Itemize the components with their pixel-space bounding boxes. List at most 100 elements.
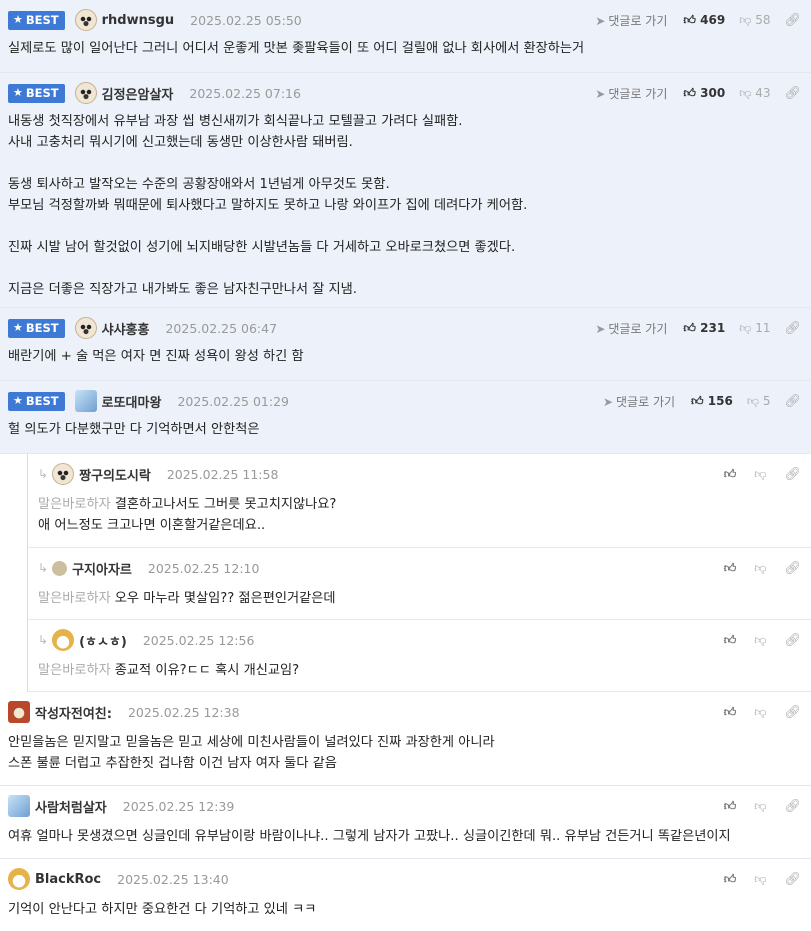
thumbs-down-icon: 👎︎ (754, 798, 767, 813)
downvote-button[interactable]: 👎︎ (754, 633, 766, 648)
comment-author[interactable]: 사람처럼살자 (35, 797, 107, 816)
reply-comment: ↳ (ㅎㅅㅎ) 2025.02.25 12:56 👍︎ 👎︎ 🔗︎ 말은바로하자… (27, 620, 811, 692)
thumbs-up-icon: 👍︎ (723, 871, 737, 886)
goto-comment-link[interactable]: ➤ 댓글로 가기 (603, 393, 675, 410)
reply-arrow-icon: ↳ (38, 467, 49, 481)
comment-date: 2025.02.25 12:56 (142, 632, 255, 648)
comment-date: 2025.02.25 11:58 (166, 466, 279, 482)
send-icon: ➤ (595, 13, 606, 28)
thumbs-up-icon: 👍︎ (723, 560, 737, 575)
link-icon[interactable]: 🔗︎ (784, 467, 801, 482)
comment-author[interactable]: 작성자전여친: (35, 703, 112, 722)
star-icon: ★ (13, 394, 23, 407)
goto-comment-link[interactable]: ➤ 댓글로 가기 (595, 85, 667, 102)
comment-author[interactable]: 구지아자르 (72, 559, 132, 578)
comment-date: 2025.02.25 12:39 (122, 798, 235, 814)
comment-text: 기억이 안난다고 하지만 중요한건 다 기억하고 있네 ㅋㅋ (8, 902, 317, 917)
downvote-button[interactable]: 👎︎ 11 (739, 321, 770, 336)
thumbs-up-icon: 👍︎ (723, 466, 737, 481)
thumbs-up-icon: 👍︎ (723, 704, 737, 719)
goto-comment-link[interactable]: ➤ 댓글로 가기 (595, 320, 667, 337)
link-icon[interactable]: 🔗︎ (784, 86, 801, 101)
link-icon[interactable]: 🔗︎ (784, 633, 801, 648)
link-icon[interactable]: 🔗︎ (784, 13, 801, 28)
goto-comment-link[interactable]: ➤ 댓글로 가기 (595, 12, 667, 29)
comment-text: 실제로도 많이 일어난다 그러니 어디서 운좋게 맛본 좆팔육들이 또 어디 걸… (8, 41, 585, 56)
upvote-button[interactable]: 👍︎ (724, 705, 737, 720)
link-icon[interactable]: 🔗︎ (784, 394, 801, 409)
avatar[interactable] (74, 390, 97, 412)
comment-text: 배란기에 + 술 먹은 여자 면 진짜 성욕이 왕성 하긴 함 (8, 349, 304, 364)
downvote-button[interactable]: 👎︎ (754, 799, 766, 814)
upvote-button[interactable]: 👍︎ (724, 467, 737, 482)
upvote-button[interactable]: 👍︎ 231 (683, 321, 725, 336)
thumbs-up-icon: 👍︎ (683, 85, 696, 100)
thumbs-down-icon: 👎︎ (754, 632, 767, 647)
comment: 작성자전여친: 2025.02.25 12:38 👍︎ 👎︎ 🔗︎ 안믿을놈은 … (0, 692, 811, 786)
avatar[interactable] (74, 82, 97, 104)
link-icon[interactable]: 🔗︎ (784, 561, 801, 576)
comment-author[interactable]: rhdwnsgu (102, 13, 175, 28)
send-icon: ➤ (602, 394, 614, 409)
comment-author[interactable]: (ㅎㅅㅎ) (79, 631, 127, 650)
upvote-button[interactable]: 👍︎ (724, 561, 737, 576)
downvote-button[interactable]: 👎︎ (754, 872, 766, 887)
thumbs-down-icon: 👎︎ (746, 393, 760, 408)
link-icon[interactable]: 🔗︎ (784, 705, 801, 720)
reply-target[interactable]: 말은바로하자 (38, 497, 111, 512)
star-icon: ★ (13, 321, 23, 334)
comment-author[interactable]: 김정은암살자 (102, 84, 174, 103)
best-comment: ★ BEST rhdwnsgu 2025.02.25 05:50 ➤ 댓글로 가기 … (0, 0, 811, 73)
downvote-button[interactable]: 👎︎ (754, 561, 766, 576)
reply-target[interactable]: 말은바로하자 (38, 591, 111, 606)
downvote-button[interactable]: 👎︎ (754, 705, 766, 720)
reply-comment: ↳ 구지아자르 2025.02.25 12:10 👍︎ 👎︎ 🔗︎ 말은바로하자… (27, 548, 811, 620)
star-icon: ★ (13, 86, 23, 99)
avatar[interactable] (52, 560, 68, 576)
comment: BlackRoc 2025.02.25 13:40 👍︎ 👎︎ 🔗︎ 기억이 안… (0, 859, 811, 930)
comment-date: 2025.02.25 12:10 (147, 560, 260, 576)
thumbs-down-icon: 👎︎ (754, 466, 767, 481)
send-icon: ➤ (595, 86, 606, 101)
upvote-button[interactable]: 👍︎ 469 (683, 13, 725, 28)
downvote-button[interactable]: 👎︎ 5 (747, 394, 771, 409)
thumbs-up-icon: 👍︎ (683, 320, 696, 335)
comment-author[interactable]: 짱구의도시락 (79, 465, 151, 484)
avatar[interactable] (8, 701, 30, 723)
comment-date: 2025.02.25 01:29 (177, 393, 290, 409)
comment-author[interactable]: BlackRoc (35, 872, 101, 887)
reply-arrow-icon: ↳ (38, 561, 49, 575)
upvote-button[interactable]: 👍︎ 156 (691, 394, 733, 409)
reply-target[interactable]: 말은바로하자 (38, 663, 111, 678)
comment-text: 안믿을놈은 믿지말고 믿을놈은 믿고 세상에 미친사람들이 널려있다 진짜 과장… (8, 735, 495, 771)
link-icon[interactable]: 🔗︎ (784, 321, 801, 336)
avatar[interactable] (52, 463, 75, 485)
reply-comment: ↳ 짱구의도시락 2025.02.25 11:58 👍︎ 👎︎ 🔗︎ 말은바로하… (27, 454, 811, 548)
comment-author[interactable]: 로또대마왕 (102, 392, 162, 411)
link-icon[interactable]: 🔗︎ (784, 799, 801, 814)
upvote-button[interactable]: 👍︎ (724, 633, 737, 648)
avatar[interactable] (8, 795, 30, 817)
comment-date: 2025.02.25 07:16 (189, 85, 301, 101)
comment-date: 2025.02.25 13:40 (117, 871, 229, 887)
comment-text: 말은바로하자 종교적 이유?ㄷㄷ 혹시 개신교임? (38, 663, 300, 678)
downvote-button[interactable]: 👎︎ (754, 467, 766, 482)
avatar[interactable] (74, 317, 97, 339)
avatar[interactable] (74, 9, 97, 31)
avatar[interactable] (52, 629, 75, 651)
link-icon[interactable]: 🔗︎ (784, 872, 801, 887)
reply-arrow-icon: ↳ (38, 633, 49, 647)
comment-author[interactable]: 샤샤홍홍 (102, 319, 150, 338)
thumbs-down-icon: 👎︎ (739, 12, 752, 27)
avatar[interactable] (8, 868, 30, 890)
upvote-button[interactable]: 👍︎ (724, 872, 737, 887)
downvote-button[interactable]: 👎︎ 43 (739, 86, 770, 101)
best-badge: ★ BEST (8, 83, 65, 103)
thumbs-down-icon: 👎︎ (754, 704, 767, 719)
best-comment: ★ BEST 로또대마왕 2025.02.25 01:29 ➤ 댓글로 가기 👍︎ … (0, 381, 811, 454)
upvote-button[interactable]: 👍︎ 300 (683, 86, 725, 101)
upvote-button[interactable]: 👍︎ (724, 799, 737, 814)
best-badge: ★ BEST (8, 10, 65, 30)
thumbs-up-icon: 👍︎ (683, 12, 696, 27)
downvote-button[interactable]: 👎︎ 58 (739, 13, 770, 28)
